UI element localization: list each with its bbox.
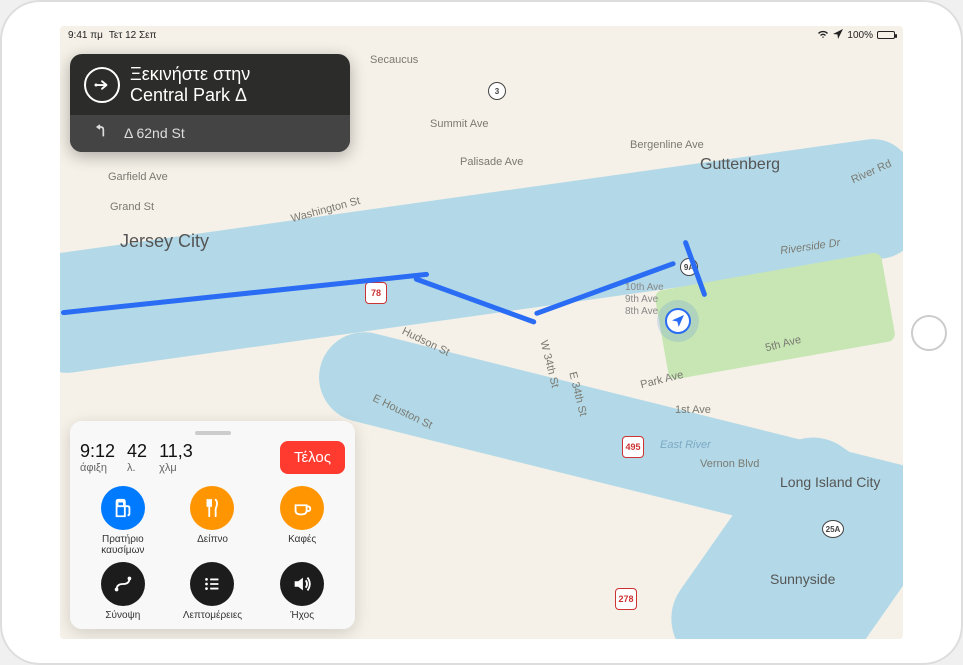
status-date: Τετ 12 Σεπ xyxy=(109,30,157,41)
dinner-label: Δείπνο xyxy=(197,534,228,545)
distance-label: χλμ xyxy=(159,462,193,474)
status-bar: 9:41 πμ Τετ 12 Σεπ 100% xyxy=(60,26,903,44)
location-arrow-icon xyxy=(833,29,843,42)
direction-secondary: Δ 62nd St xyxy=(70,115,350,152)
overview-label: Σύνοψη xyxy=(105,610,140,621)
overview-button[interactable] xyxy=(101,562,145,606)
current-location-marker xyxy=(665,308,691,334)
highway-shield: 495 xyxy=(622,436,644,458)
road-label: Vernon Blvd xyxy=(700,458,759,470)
city-label: Secaucus xyxy=(370,54,418,66)
proceed-to-route-icon xyxy=(84,67,120,103)
trip-info-panel[interactable]: 9:12 άφιξη 42 λ. 11,3 χλμ Τέλος xyxy=(70,421,355,629)
road-label: Grand St xyxy=(110,201,154,213)
end-navigation-button[interactable]: Τέλος xyxy=(280,441,345,474)
gas-label: Πρατήριο καυσίμων xyxy=(80,534,166,556)
audio-label: Ήχος xyxy=(290,610,314,621)
distance-value: 11,3 xyxy=(159,441,193,462)
battery-pct: 100% xyxy=(847,30,873,41)
route-shield: 3 xyxy=(488,82,506,100)
eta-value: 9:12 xyxy=(80,441,115,462)
highway-shield: 278 xyxy=(615,588,637,610)
road-label: 9th Ave xyxy=(625,294,658,305)
coffee-label: Καφές xyxy=(288,534,316,545)
direction-card[interactable]: Ξεκινήστε στην Central Park Δ Δ 62nd St xyxy=(70,54,350,152)
road-label: Summit Ave xyxy=(430,118,489,130)
road-label: 8th Ave xyxy=(625,306,658,317)
battery-icon xyxy=(877,31,895,39)
road-label: Bergenline Ave xyxy=(630,139,704,151)
city-label: Long Island City xyxy=(780,474,880,490)
highway-shield: 78 xyxy=(365,282,387,304)
wifi-icon xyxy=(817,29,829,42)
road-label: Garfield Ave xyxy=(108,171,168,183)
screen: 9:41 πμ Τετ 12 Σεπ 100% xyxy=(60,26,903,639)
panel-grabber[interactable] xyxy=(195,431,231,435)
city-label: Sunnyside xyxy=(770,571,835,587)
road-label: 10th Ave xyxy=(625,282,664,293)
duration-value: 42 xyxy=(127,441,147,462)
distance-stat: 11,3 χλμ xyxy=(159,441,193,474)
direction-primary: Ξεκινήστε στην Central Park Δ xyxy=(70,54,350,115)
direction-secondary-text: Δ 62nd St xyxy=(124,125,185,141)
road-label: East River xyxy=(660,439,711,451)
eta-stat: 9:12 άφιξη xyxy=(80,441,115,474)
ipad-frame: 9:41 πμ Τετ 12 Σεπ 100% xyxy=(0,0,963,665)
direction-line2: Central Park Δ xyxy=(130,85,250,106)
eta-label: άφιξη xyxy=(80,462,115,474)
duration-stat: 42 λ. xyxy=(127,441,147,474)
gas-station-button[interactable] xyxy=(101,486,145,530)
duration-label: λ. xyxy=(127,462,147,474)
dinner-button[interactable] xyxy=(190,486,234,530)
city-label: Jersey City xyxy=(120,231,209,252)
status-time: 9:41 πμ xyxy=(68,30,103,41)
details-button[interactable] xyxy=(190,562,234,606)
audio-button[interactable] xyxy=(280,562,324,606)
route-shield: 25A xyxy=(822,520,844,538)
home-button[interactable] xyxy=(911,315,947,351)
city-label: Guttenberg xyxy=(700,156,780,174)
road-label: Palisade Ave xyxy=(460,156,523,168)
road-label: Park Ave xyxy=(639,369,684,391)
coffee-button[interactable] xyxy=(280,486,324,530)
road-label: 1st Ave xyxy=(675,404,711,416)
direction-line1: Ξεκινήστε στην xyxy=(130,64,250,85)
turn-left-icon xyxy=(94,123,110,142)
details-label: Λεπτομέρειες xyxy=(183,610,242,621)
